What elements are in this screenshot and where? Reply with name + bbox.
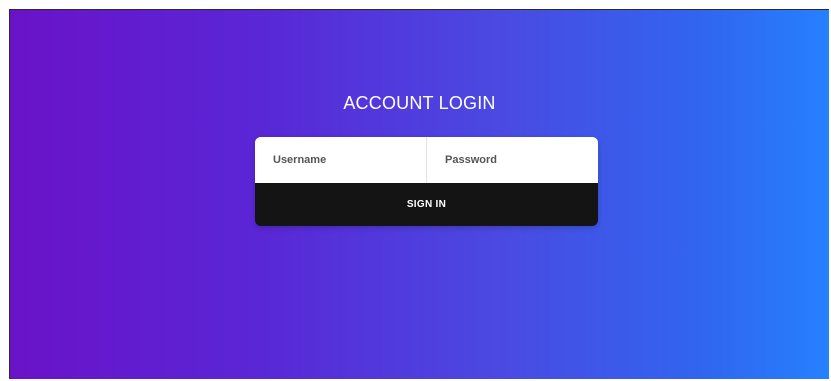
login-form: SIGN IN — [255, 137, 598, 226]
sign-in-button[interactable]: SIGN IN — [255, 183, 598, 226]
login-page-background: ACCOUNT LOGIN SIGN IN — [9, 9, 829, 379]
password-input[interactable] — [427, 137, 598, 183]
page-title: ACCOUNT LOGIN — [343, 93, 496, 113]
username-input[interactable] — [255, 137, 426, 183]
credentials-row — [255, 137, 598, 183]
